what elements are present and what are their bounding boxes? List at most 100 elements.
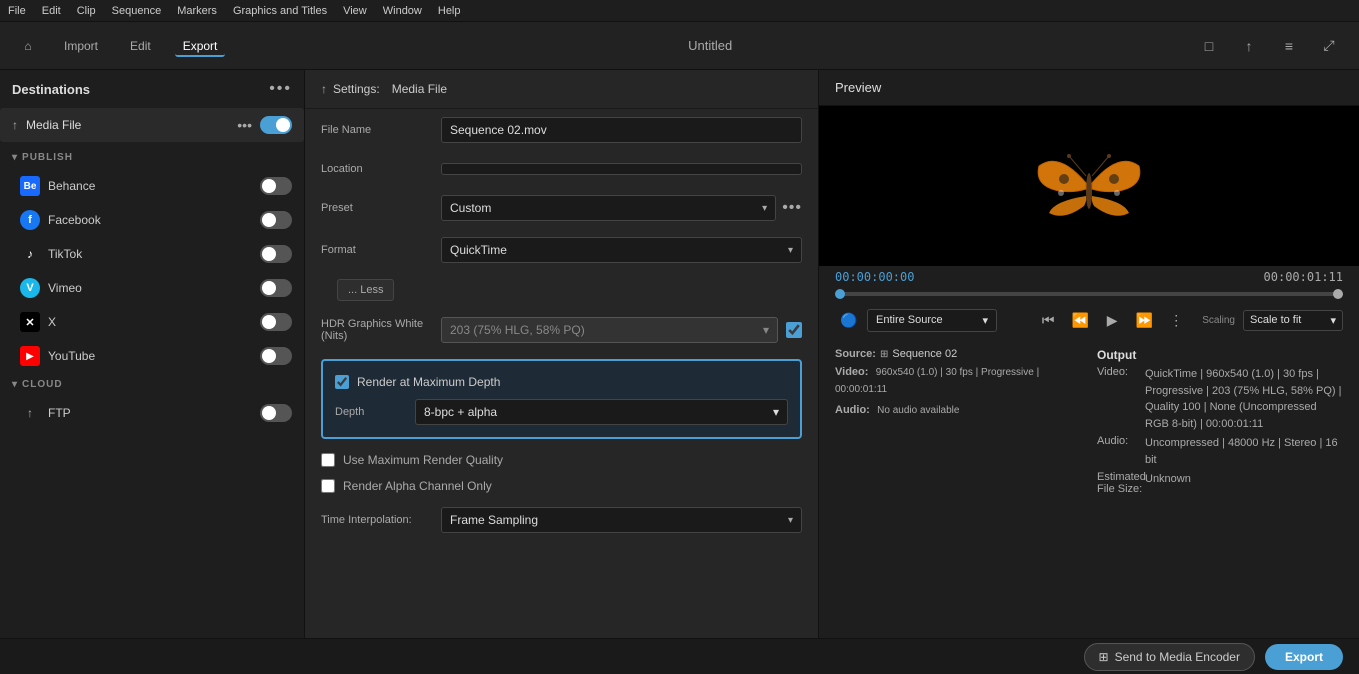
render-max-depth-row: Render at Maximum Depth — [323, 369, 800, 395]
menu-edit[interactable]: Edit — [42, 5, 61, 17]
output-section: Output Video: QuickTime | 960x540 (1.0) … — [1097, 348, 1343, 630]
output-est-label: Estimated File Size: — [1097, 471, 1145, 495]
render-max-depth-checkbox[interactable] — [335, 375, 349, 389]
format-row: Format QuickTime ▾ — [305, 229, 818, 271]
format-select[interactable]: QuickTime ▾ — [441, 237, 802, 263]
preview-panel: Preview — [819, 70, 1359, 638]
time-interp-select[interactable]: Frame Sampling ▾ — [441, 507, 802, 533]
output-audio-label: Audio: — [1097, 435, 1145, 468]
sidebar-item-youtube[interactable]: ▶ YouTube — [0, 339, 304, 373]
range-select[interactable]: Entire Source ▾ — [867, 309, 997, 332]
scaling-value: Scale to fit — [1250, 314, 1301, 326]
source-output-section: Source: ⊞ Sequence 02 Video: 960x540 (1.… — [819, 340, 1359, 638]
destinations-header: Destinations ••• — [0, 70, 304, 108]
behance-label: Behance — [48, 179, 260, 193]
next-frame-button[interactable]: ⋮ — [1162, 306, 1190, 334]
playbar[interactable] — [835, 292, 1343, 296]
format-chevron-icon: ▾ — [788, 245, 793, 256]
behance-toggle[interactable] — [260, 177, 292, 195]
source-audio-detail: No audio available — [877, 405, 959, 416]
home-button[interactable]: ⌂ — [16, 34, 40, 58]
hdr-value: 203 (75% HLG, 58% PQ) — [450, 323, 585, 337]
sidebar-item-x[interactable]: ✕ X — [0, 305, 304, 339]
playbar-end-thumb[interactable] — [1333, 289, 1343, 299]
depth-select[interactable]: 8-bpc + alpha ▾ — [415, 399, 788, 425]
source-video-label: Video: — [835, 366, 868, 378]
timecode-bar: 00:00:00:00 00:00:01:11 — [819, 266, 1359, 288]
maximize-icon[interactable]: ⤢ — [1315, 32, 1343, 60]
export-tab[interactable]: Export — [175, 35, 226, 57]
format-label: Format — [321, 244, 441, 256]
use-max-quality-row: Use Maximum Render Quality — [305, 447, 818, 473]
time-interp-row: Time Interpolation: Frame Sampling ▾ — [305, 499, 818, 541]
time-interp-chevron-icon: ▾ — [788, 515, 793, 526]
preset-chevron-icon: ▾ — [762, 203, 767, 214]
media-file-label: Media File — [26, 118, 237, 132]
menu-graphics[interactable]: Graphics and Titles — [233, 5, 327, 17]
less-btn-container: ... Less — [305, 271, 818, 309]
menu-clip[interactable]: Clip — [77, 5, 96, 17]
output-est-file-row: Estimated File Size: Unknown — [1097, 471, 1343, 495]
menu-file[interactable]: File — [8, 5, 26, 17]
preview-video — [819, 106, 1359, 266]
play-button[interactable]: ▶ — [1098, 306, 1126, 334]
sidebar-item-ftp[interactable]: ↑ FTP — [0, 396, 304, 430]
facebook-toggle[interactable] — [260, 211, 292, 229]
file-name-input[interactable] — [441, 117, 802, 143]
sidebar-item-behance[interactable]: Be Behance — [0, 169, 304, 203]
scaling-label: Scaling — [1202, 315, 1235, 326]
preset-control: Custom ▾ ••• — [441, 195, 802, 221]
media-file-menu-button[interactable]: ••• — [237, 117, 252, 133]
location-input[interactable] — [441, 163, 802, 175]
source-name: Sequence 02 — [892, 348, 957, 360]
menu-view[interactable]: View — [343, 5, 367, 17]
x-toggle[interactable] — [260, 313, 292, 331]
source-audio-label: Audio: — [835, 404, 870, 416]
use-max-quality-checkbox[interactable] — [321, 453, 335, 467]
menu-window[interactable]: Window — [383, 5, 422, 17]
step-forward-button[interactable]: ⏩ — [1130, 306, 1158, 334]
settings-header: ↑ Settings: Media File — [305, 70, 818, 109]
render-alpha-label: Render Alpha Channel Only — [343, 479, 492, 493]
step-back-button[interactable]: ⏪ — [1066, 306, 1094, 334]
import-tab[interactable]: Import — [56, 35, 106, 57]
playbar-start-thumb[interactable] — [835, 289, 845, 299]
output-est-value: Unknown — [1145, 471, 1191, 495]
destinations-menu-button[interactable]: ••• — [269, 80, 292, 98]
top-nav: ⌂ Import Edit Export Untitled □ ↑ ≡ ⤢ — [0, 22, 1359, 70]
hdr-checkbox[interactable] — [786, 322, 802, 338]
sidebar-item-facebook[interactable]: f Facebook — [0, 203, 304, 237]
format-value: QuickTime — [450, 243, 507, 257]
hdr-label: HDR Graphics White (Nits) — [321, 318, 441, 342]
scaling-select[interactable]: Scale to fit ▾ — [1243, 310, 1343, 331]
tiktok-toggle[interactable] — [260, 245, 292, 263]
render-alpha-checkbox[interactable] — [321, 479, 335, 493]
panel-icon[interactable]: □ — [1195, 32, 1223, 60]
sidebar-item-tiktok[interactable]: ♪ TikTok — [0, 237, 304, 271]
depth-row: Depth 8-bpc + alpha ▾ — [323, 395, 800, 429]
time-interp-label: Time Interpolation: — [321, 513, 441, 527]
vimeo-toggle[interactable] — [260, 279, 292, 297]
format-control: QuickTime ▾ — [441, 237, 802, 263]
menu-help[interactable]: Help — [438, 5, 461, 17]
playbar-container — [819, 288, 1359, 300]
prev-frame-button[interactable]: ⏮ — [1034, 306, 1062, 334]
settings-media-file: Media File — [392, 82, 447, 96]
menu-markers[interactable]: Markers — [177, 5, 217, 17]
ftp-toggle[interactable] — [260, 404, 292, 422]
less-button[interactable]: ... Less — [337, 279, 394, 301]
media-file-row[interactable]: ↑ Media File ••• — [0, 108, 304, 142]
export-frame-icon[interactable]: ↑ — [1235, 32, 1263, 60]
media-file-toggle[interactable] — [260, 116, 292, 134]
edit-tab[interactable]: Edit — [122, 35, 159, 57]
preset-menu-button[interactable]: ••• — [782, 199, 802, 217]
playback-controls: 🔵 Entire Source ▾ ⏮ ⏪ ▶ ⏩ ⋮ Scaling Scal… — [819, 300, 1359, 340]
sidebar-item-vimeo[interactable]: V Vimeo — [0, 271, 304, 305]
youtube-toggle[interactable] — [260, 347, 292, 365]
menu-sequence[interactable]: Sequence — [112, 5, 162, 17]
send-to-encoder-button[interactable]: ⊞ Send to Media Encoder — [1084, 643, 1255, 671]
preset-select[interactable]: Custom ▾ — [441, 195, 776, 221]
export-button[interactable]: Export — [1265, 644, 1343, 670]
settings-icon[interactable]: ≡ — [1275, 32, 1303, 60]
render-depth-section: Render at Maximum Depth Depth 8-bpc + al… — [321, 359, 802, 439]
